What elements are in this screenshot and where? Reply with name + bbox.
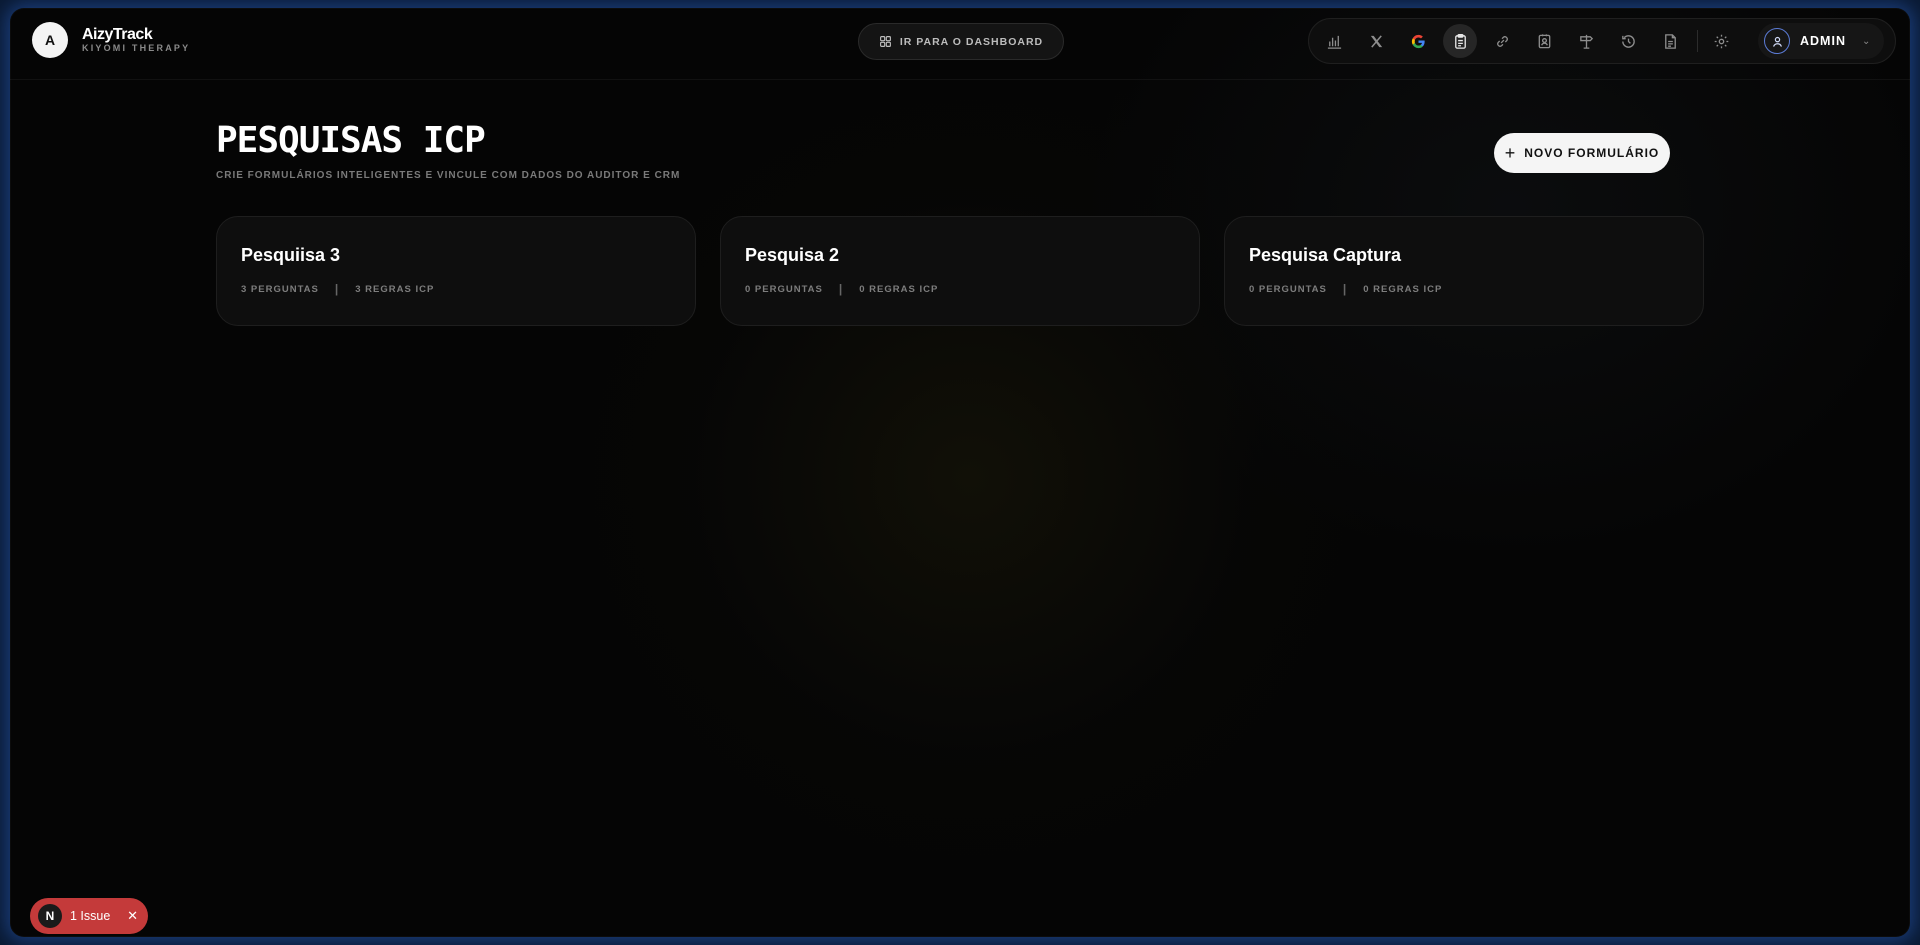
dev-issues-badge[interactable]: N 1 Issue ✕	[30, 898, 148, 934]
survey-rule-count: 3 REGRAS ICP	[355, 283, 435, 295]
new-form-label: NOVO FORMULÁRIO	[1524, 146, 1660, 160]
x-logo-icon[interactable]	[1359, 24, 1393, 58]
survey-title: Pesquisa 2	[745, 245, 840, 265]
google-icon[interactable]	[1401, 24, 1435, 58]
survey-card[interactable]: Pesquisa Captura 0 PERGUNTAS | 0 REGRAS …	[1224, 216, 1704, 326]
page-title: PESQUISAS ICP	[216, 120, 486, 161]
survey-rule-count: 0 REGRAS ICP	[1363, 283, 1443, 295]
new-form-button[interactable]: + NOVO FORMULÁRIO	[1494, 133, 1670, 173]
survey-title: Pesquisa Captura	[1249, 245, 1402, 265]
survey-card[interactable]: Pesquisa 2 0 PERGUNTAS | 0 REGRAS ICP	[720, 216, 1200, 326]
meta-divider: |	[1342, 282, 1348, 296]
framework-logo-icon: N	[38, 904, 62, 928]
link-icon[interactable]	[1485, 24, 1519, 58]
issue-count-label: 1 Issue	[70, 909, 111, 923]
survey-card[interactable]: Pesquiisa 3 3 PERGUNTAS | 3 REGRAS ICP	[216, 216, 696, 326]
survey-rule-count: 0 REGRAS ICP	[859, 283, 939, 295]
survey-meta: 0 PERGUNTAS | 0 REGRAS ICP	[745, 282, 1175, 296]
top-bar: A AizyTrack KIYOMI THERAPY IR PARA O DAS…	[10, 8, 1910, 80]
history-icon[interactable]	[1611, 24, 1645, 58]
survey-title: Pesquiisa 3	[241, 245, 341, 265]
toolbar-divider	[1697, 30, 1698, 52]
survey-question-count: 3 PERGUNTAS	[241, 283, 319, 295]
user-name: ADMIN	[1800, 34, 1846, 48]
go-to-dashboard-button[interactable]: IR PARA O DASHBOARD	[858, 23, 1064, 60]
workspace-name: KIYOMI THERAPY	[82, 43, 191, 53]
close-icon[interactable]: ✕	[127, 908, 138, 924]
survey-question-count: 0 PERGUNTAS	[745, 283, 823, 295]
dashboard-label: IR PARA O DASHBOARD	[899, 35, 1044, 48]
survey-question-count: 0 PERGUNTAS	[1249, 283, 1327, 295]
meta-divider: |	[838, 282, 844, 296]
app-frame: A AizyTrack KIYOMI THERAPY IR PARA O DAS…	[10, 8, 1910, 937]
gear-icon[interactable]	[1704, 24, 1738, 58]
nav-icon-bar: ADMIN ⌄	[1308, 18, 1896, 64]
user-menu[interactable]: ADMIN ⌄	[1758, 23, 1885, 59]
meta-divider: |	[334, 282, 340, 296]
signpost-icon[interactable]	[1569, 24, 1603, 58]
logo-avatar: A	[32, 22, 68, 58]
grid-icon	[879, 36, 891, 47]
document-icon[interactable]	[1653, 24, 1687, 58]
contact-card-icon[interactable]	[1527, 24, 1561, 58]
survey-meta: 3 PERGUNTAS | 3 REGRAS ICP	[241, 282, 671, 296]
brand[interactable]: A AizyTrack KIYOMI THERAPY	[32, 22, 190, 58]
app-name: AizyTrack	[82, 26, 153, 43]
survey-meta: 0 PERGUNTAS | 0 REGRAS ICP	[1249, 282, 1679, 296]
chevron-down-icon: ⌄	[1861, 35, 1871, 47]
plus-icon: +	[1504, 143, 1517, 163]
clipboard-icon[interactable]	[1443, 24, 1477, 58]
page-subtitle: CRIE FORMULÁRIOS INTELIGENTES E VINCULE …	[216, 170, 681, 181]
chart-bar-icon[interactable]	[1317, 24, 1351, 58]
user-avatar-icon	[1764, 28, 1790, 54]
brand-text: AizyTrack KIYOMI THERAPY	[82, 26, 190, 54]
